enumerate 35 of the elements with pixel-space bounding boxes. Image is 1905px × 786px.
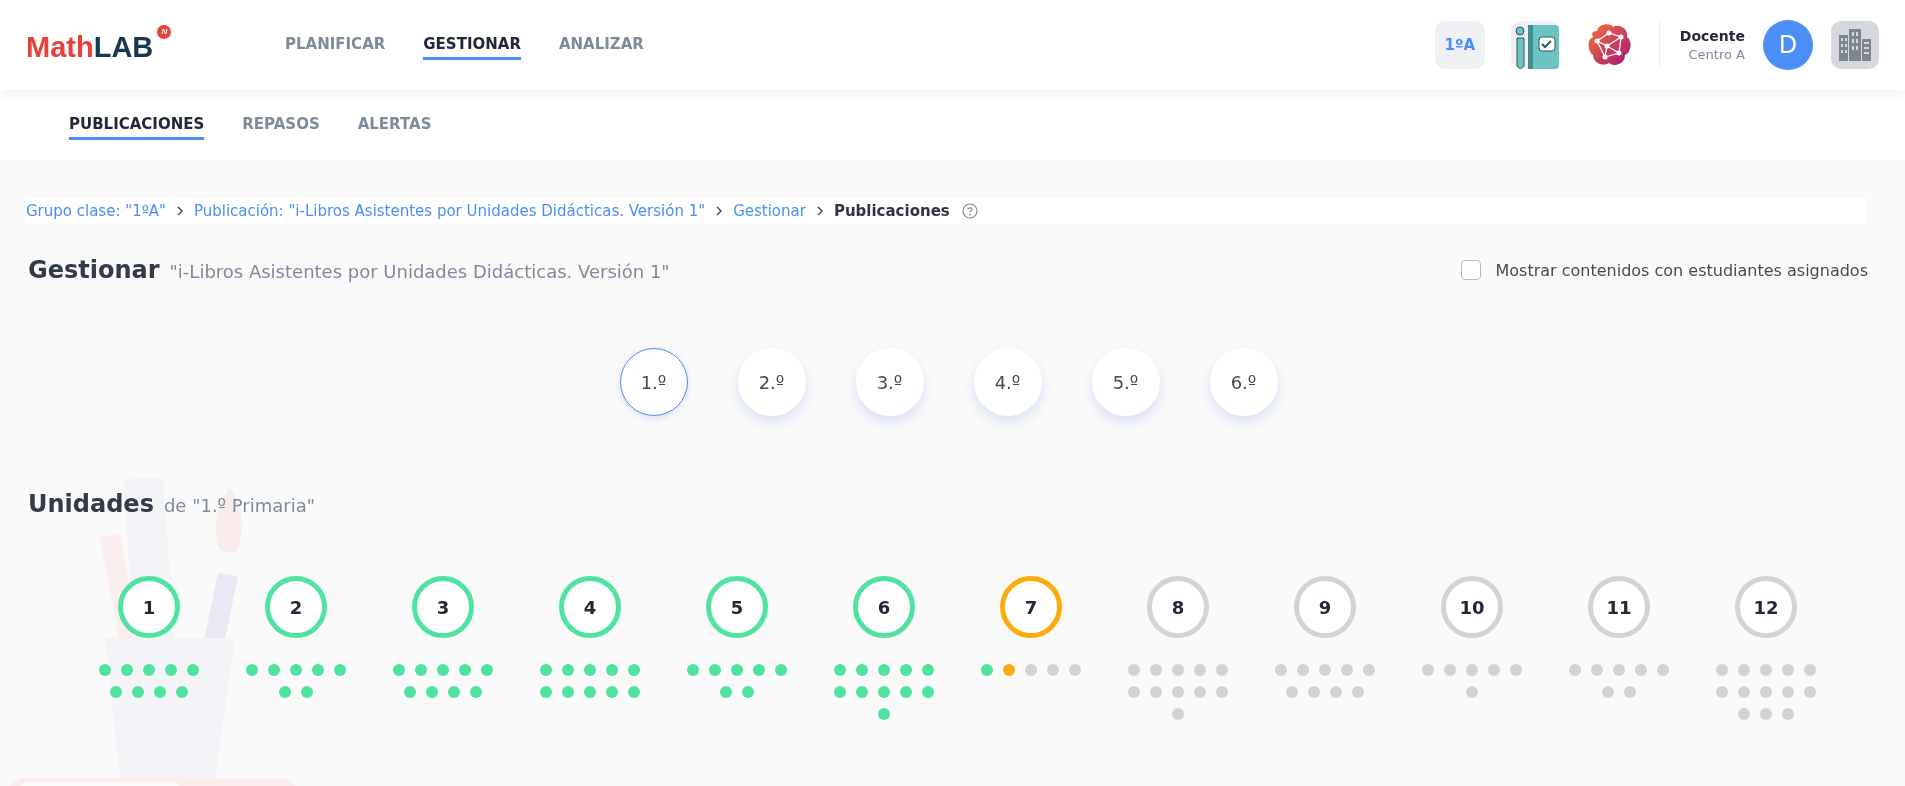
section-subtitle: de "1.º Primaria" [163, 495, 315, 516]
section-title: Unidades [28, 490, 154, 518]
checkbox-label: Mostrar contenidos con estudiantes asignados [1495, 260, 1868, 280]
unit-button[interactable]: 10 [1441, 576, 1503, 638]
chevron-right-icon [815, 206, 824, 216]
unit-button[interactable]: 3 [412, 576, 474, 638]
book-check-icon[interactable] [1510, 21, 1559, 69]
user-name: Docente [1679, 28, 1745, 44]
section-tab[interactable]: PUBLICACIONES [69, 110, 205, 140]
grade-button[interactable]: 2.º [737, 348, 806, 416]
help-icon[interactable] [961, 203, 978, 219]
unit-button[interactable]: 12 [1735, 576, 1797, 638]
grade-button[interactable]: 1.º [619, 348, 688, 416]
chevron-right-icon [715, 206, 724, 216]
unit-button[interactable]: 4 [559, 576, 621, 638]
unit-button[interactable]: 9 [1294, 576, 1356, 638]
user-center: Centro A [1688, 47, 1745, 62]
unit-button[interactable]: 11 [1588, 576, 1650, 638]
building-icon[interactable] [1831, 21, 1879, 69]
mathlab-logo[interactable]: MathLAB N [26, 25, 172, 65]
unit-button[interactable]: 7 [1000, 576, 1062, 638]
unit-button[interactable]: 2 [265, 576, 327, 638]
nav-tab[interactable]: GESTIONAR [423, 30, 521, 60]
unit-button[interactable]: 5 [706, 576, 768, 638]
unit-button[interactable]: 8 [1147, 576, 1209, 638]
breadcrumb-current: Publicaciones [833, 202, 950, 220]
chevron-right-icon [175, 206, 184, 216]
checkbox[interactable] [1461, 260, 1482, 280]
page-title: Gestionar [28, 256, 160, 284]
grade-button[interactable]: 6.º [1209, 348, 1278, 416]
publication-name: "i-Libros Asistentes por Unidades Didácticas. Versión 1" [169, 261, 670, 282]
grade-button[interactable]: 5.º [1091, 348, 1160, 416]
grade-button[interactable]: 3.º [855, 348, 924, 416]
grade-button[interactable]: 4.º [973, 348, 1042, 416]
unit-button[interactable]: 6 [853, 576, 915, 638]
